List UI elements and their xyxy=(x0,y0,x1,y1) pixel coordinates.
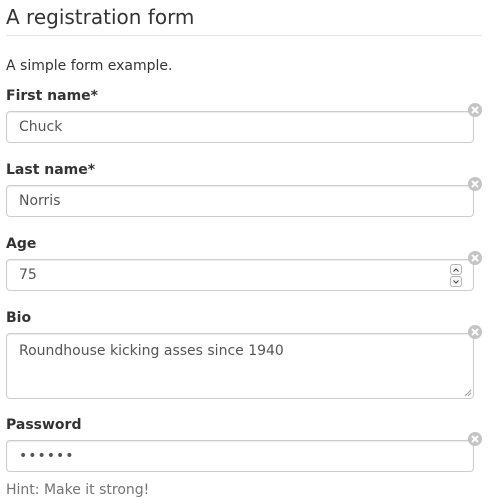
form-description: A simple form example. xyxy=(6,58,173,74)
age-spinner xyxy=(450,264,462,287)
title-divider xyxy=(6,35,482,36)
first-name-clear-icon[interactable] xyxy=(468,103,482,117)
form-title: A registration form xyxy=(6,5,195,29)
age-value: 75 xyxy=(19,267,37,283)
password-clear-icon[interactable] xyxy=(468,432,482,446)
bio-clear-icon[interactable] xyxy=(468,325,482,339)
password-label: Password xyxy=(6,417,82,433)
chevron-up-icon[interactable] xyxy=(450,264,462,275)
age-clear-icon[interactable] xyxy=(468,251,482,265)
first-name-input[interactable]: Chuck xyxy=(6,111,474,143)
password-hint: Hint: Make it strong! xyxy=(6,482,150,498)
age-input[interactable]: 75 xyxy=(6,259,474,291)
last-name-input[interactable]: Norris xyxy=(6,185,474,217)
bio-value: Roundhouse kicking asses since 1940 xyxy=(19,343,284,359)
first-name-value: Chuck xyxy=(19,119,63,135)
first-name-label: First name* xyxy=(6,88,98,104)
resize-grip-icon[interactable] xyxy=(463,388,472,397)
password-value: •••••• xyxy=(19,448,75,464)
last-name-value: Norris xyxy=(19,193,61,209)
last-name-clear-icon[interactable] xyxy=(468,177,482,191)
bio-label: Bio xyxy=(6,310,32,326)
bio-textarea[interactable]: Roundhouse kicking asses since 1940 xyxy=(6,333,474,399)
age-label: Age xyxy=(6,236,37,252)
chevron-down-icon[interactable] xyxy=(450,276,462,287)
password-input[interactable]: •••••• xyxy=(6,440,474,472)
last-name-label: Last name* xyxy=(6,162,96,178)
